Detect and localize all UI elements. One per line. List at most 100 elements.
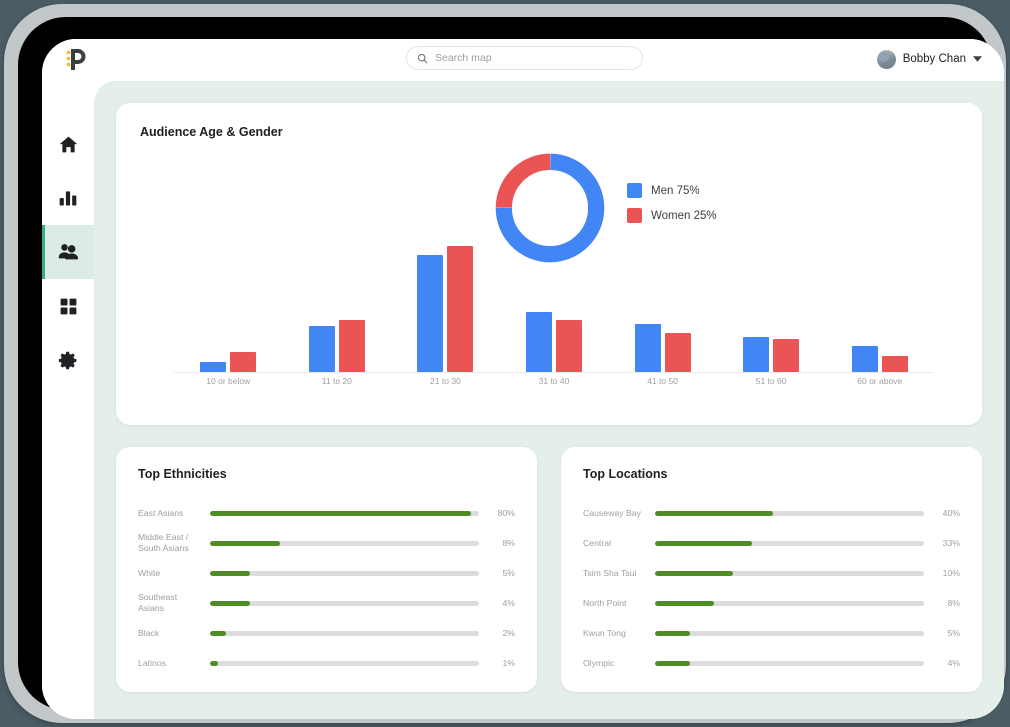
locations-list: Causeway Bay 40% Central 33% Tsim Sha Tsui 10…	[583, 498, 960, 678]
bar-men	[417, 255, 444, 372]
bar-women	[556, 320, 582, 372]
progress-track	[655, 570, 924, 576]
screen: Bobby Chan	[42, 39, 1004, 719]
bar-men	[526, 312, 552, 372]
list-item: Central 33%	[583, 528, 960, 558]
chevron-down-icon[interactable]	[973, 56, 982, 62]
sidebar-item-settings[interactable]	[42, 333, 94, 387]
bar-group	[634, 324, 691, 372]
progress-fill	[210, 540, 280, 546]
bar-group	[417, 246, 474, 372]
progress-track	[210, 540, 479, 546]
list-item-value: 2%	[502, 628, 515, 638]
bar-group	[200, 352, 257, 372]
audience-age-gender-card: Audience Age & Gender Men 75% Women 25% …	[116, 103, 982, 425]
progress-fill	[655, 540, 752, 546]
list-item: Kwun Tong 5%	[583, 618, 960, 648]
list-item-label: Southeast Asians	[138, 592, 178, 613]
bar-category-label: 11 to 20	[321, 376, 352, 386]
legend-swatch-men	[627, 183, 642, 198]
progress-track	[210, 510, 479, 516]
top-locations-card: Top Locations Causeway Bay 40% Central 33% T…	[561, 447, 982, 692]
sidebar-item-home[interactable]	[42, 117, 94, 171]
home-icon	[59, 136, 77, 152]
bar-women	[338, 320, 365, 372]
bar-group	[308, 320, 365, 372]
progress-fill	[210, 600, 251, 606]
list-item-label: North Point	[583, 597, 627, 608]
progress-track	[210, 570, 479, 576]
sidebar	[42, 81, 94, 719]
list-item-value: 33%	[942, 538, 960, 548]
list-item: Southeast Asians 4%	[138, 588, 515, 618]
list-item-label: Central	[583, 537, 612, 548]
age-gender-bar-chart: 10 or below 11 to 20 21 to 30 31 to 40 41 to…	[174, 243, 934, 398]
ethnicities-card-title: Top Ethnicities	[138, 467, 227, 481]
list-item-value: 8%	[502, 538, 515, 548]
list-item: Tsim Sha Tsui 10%	[583, 558, 960, 588]
grid-icon	[60, 298, 76, 314]
bar-category-label: 41 to 50	[647, 376, 678, 386]
list-item-value: 4%	[502, 598, 515, 608]
bar-women	[230, 352, 257, 372]
top-bar: Bobby Chan	[42, 39, 1004, 81]
ethnicities-list: East Asians 80% Middle East / South Asians…	[138, 498, 515, 678]
list-item: Olympic 4%	[583, 648, 960, 678]
top-ethnicities-card: Top Ethnicities East Asians 80% Middle Eas…	[116, 447, 537, 692]
list-item: Middle East / South Asians 8%	[138, 528, 515, 558]
progress-track	[210, 600, 479, 606]
legend-item-women: Women 25%	[627, 208, 717, 223]
list-item-value: 1%	[502, 658, 515, 668]
list-item-label: Black	[138, 627, 160, 638]
legend-label-women: Women 25%	[651, 209, 717, 222]
progress-track	[655, 630, 924, 636]
bar-men	[200, 362, 227, 372]
list-item-value: 5%	[947, 628, 960, 638]
bar-men	[308, 326, 335, 372]
bar-women	[664, 333, 691, 372]
audience-card-title: Audience Age & Gender	[140, 125, 283, 139]
legend-item-men: Men 75%	[627, 183, 717, 198]
bar-group	[743, 337, 800, 372]
list-item-value: 5%	[502, 568, 515, 578]
progress-track	[210, 630, 479, 636]
bar-category-label: 51 to 60	[755, 376, 787, 386]
p-logo-icon[interactable]	[59, 45, 91, 75]
list-item-value: 10%	[942, 568, 960, 578]
list-item-value: 4%	[947, 658, 960, 668]
progress-track	[655, 600, 924, 606]
legend-swatch-women	[627, 208, 642, 223]
list-item-value: 40%	[942, 508, 960, 518]
search-bar[interactable]	[406, 46, 643, 70]
sidebar-item-audience[interactable]	[42, 225, 94, 279]
bar-category-label: 21 to 30	[430, 376, 461, 386]
main-content: Audience Age & Gender Men 75% Women 25% …	[94, 81, 1004, 719]
sidebar-item-analytics[interactable]	[42, 171, 94, 225]
list-item-value: 8%	[947, 598, 960, 608]
bar-group	[526, 312, 582, 372]
progress-fill	[210, 660, 219, 666]
bar-women	[881, 356, 908, 372]
people-icon	[58, 244, 78, 260]
bar-category-label: 31 to 40	[538, 376, 570, 386]
progress-fill	[655, 510, 774, 516]
list-item: Latinos 1%	[138, 648, 515, 678]
bar-men	[851, 346, 878, 372]
sidebar-item-apps[interactable]	[42, 279, 94, 333]
list-item: Black 2%	[138, 618, 515, 648]
avatar	[876, 49, 896, 69]
list-item-value: 80%	[497, 508, 515, 518]
search-input[interactable]	[435, 52, 632, 64]
progress-track	[655, 660, 924, 666]
progress-track	[655, 540, 924, 546]
list-item-label: White	[138, 567, 161, 578]
progress-fill	[210, 570, 251, 576]
bar-men	[634, 324, 661, 372]
gender-legend: Men 75% Women 25%	[627, 183, 717, 223]
progress-fill	[210, 510, 471, 516]
progress-track	[655, 510, 924, 516]
user-name: Bobby Chan	[902, 53, 966, 65]
user-menu[interactable]: Bobby Chan	[876, 47, 982, 71]
list-item-label: Tsim Sha Tsui	[583, 567, 637, 578]
list-item: North Point 8%	[583, 588, 960, 618]
